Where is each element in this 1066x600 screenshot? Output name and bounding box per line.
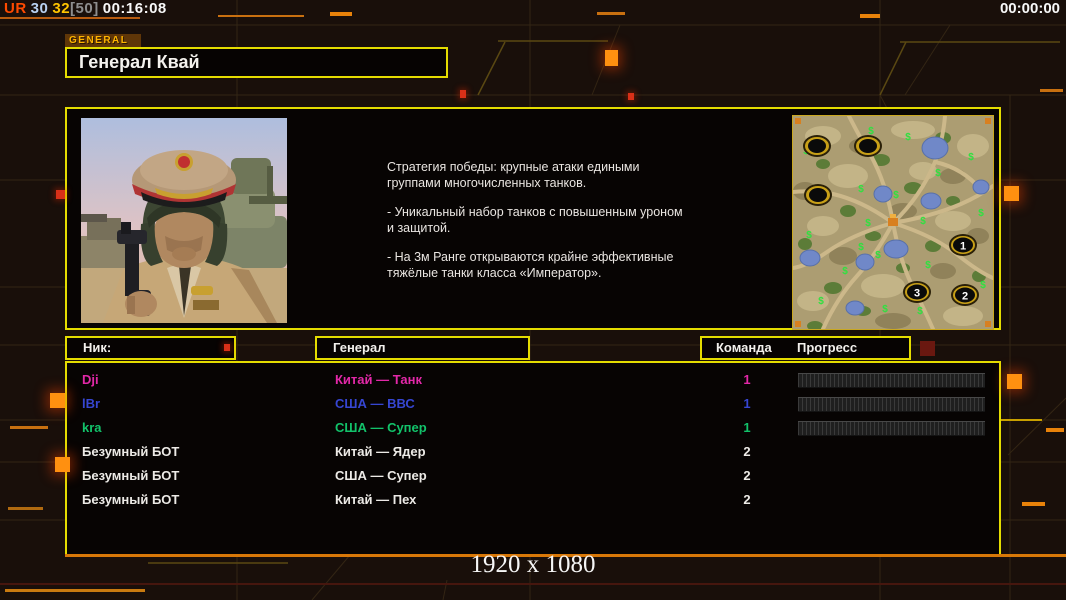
player-general: США — Супер (335, 468, 427, 483)
player-nick: lBr (82, 396, 101, 411)
player-nick: Безумный БОТ (82, 444, 180, 459)
player-general: Китай — Танк (335, 372, 422, 387)
decor-dash (8, 507, 43, 510)
decor-square (50, 393, 65, 408)
supply-mark: $ (842, 266, 848, 277)
player-team: 1 (743, 420, 751, 435)
supply-mark: $ (858, 242, 864, 253)
supply-mark: $ (905, 132, 911, 143)
player-row[interactable]: Безумный БОТ Китай — Пех 2 (67, 488, 999, 512)
player-row[interactable]: Dji Китай — Танк 1 (67, 368, 999, 392)
decor-red-square (224, 344, 230, 351)
supply-mark: $ (893, 190, 899, 201)
decor-dash (860, 14, 880, 18)
description-line: и защитой. (387, 221, 451, 235)
description-line: - На 3м Ранге открываются крайне эффекти… (387, 250, 674, 264)
supply-mark: $ (968, 152, 974, 163)
supply-mark: $ (865, 218, 871, 229)
decor-darkred-square (920, 341, 935, 356)
supply-mark: $ (858, 184, 864, 195)
game-lobby-screen: UR 30 32[50] 00:16:08 00:00:00 GENERAL Гене… (0, 0, 1066, 600)
player-team: 1 (743, 372, 751, 387)
decor-red-square (628, 93, 634, 100)
player-rows: Dji Китай — Танк 1 lBr США — ВВС 1 kra С… (67, 368, 999, 512)
decor-square (605, 50, 618, 66)
description-line: - Уникальный набор танков с повышенным у… (387, 205, 683, 219)
player-nick: Безумный БОТ (82, 468, 180, 483)
player-row[interactable]: kra США — Супер 1 (67, 416, 999, 440)
resolution-label: 1920 x 1080 (470, 551, 596, 578)
player-list-panel: Dji Китай — Танк 1 lBr США — ВВС 1 kra С… (65, 361, 1001, 556)
player-row[interactable]: lBr США — ВВС 1 (67, 392, 999, 416)
decor-dash (597, 12, 625, 15)
decor-red-square (460, 90, 466, 98)
stat-u-label: UR (4, 0, 27, 17)
decor-red-square (56, 190, 65, 199)
player-nick: kra (82, 420, 102, 435)
supply-mark: $ (917, 306, 923, 317)
player-team: 2 (743, 492, 751, 507)
decor-dash (330, 12, 352, 16)
player-progress-bar (798, 397, 985, 412)
supply-mark: $ (920, 216, 926, 227)
position-label-3: 3 (914, 288, 920, 300)
general-info-panel: Стратегия победы: крупные атаки едиными … (65, 107, 1001, 330)
player-general: США — ВВС (335, 396, 415, 411)
supply-mark: $ (806, 230, 812, 241)
general-description: Стратегия победы: крупные атаки едиными … (387, 159, 717, 281)
supply-mark: $ (875, 250, 881, 261)
decor-dash (10, 426, 48, 429)
decor-dash (5, 589, 145, 592)
decor-dash (1040, 89, 1063, 92)
description-line: тяжёлые танки класса «Император». (387, 266, 602, 280)
decor-square (55, 457, 70, 472)
player-team: 2 (743, 444, 751, 459)
topbar-line-segment (218, 15, 304, 17)
elapsed-time: 00:16:08 (102, 0, 167, 17)
player-row[interactable]: Безумный БОТ США — Супер 2 (67, 464, 999, 488)
net-cap-value: [50] (70, 0, 99, 17)
player-nick: Безумный БОТ (82, 492, 180, 507)
start-position-1: 1 (949, 234, 977, 256)
session-stats: UR 30 32[50] 00:16:08 (4, 0, 171, 17)
supply-mark: $ (925, 260, 931, 271)
map-preview[interactable]: $ $ $ $ $ $ $ $ $ $ $ $ $ $ $ $ $ $ $ (792, 115, 994, 330)
column-header-progress: Прогресс (797, 340, 858, 355)
position-label-2: 2 (962, 291, 968, 303)
column-header-team-progress: Команда Прогресс (700, 336, 911, 360)
decor-square (1007, 374, 1022, 389)
start-position-3: 3 (903, 281, 931, 303)
player-row[interactable]: Безумный БОТ Китай — Ядер 2 (67, 440, 999, 464)
player-team: 1 (743, 396, 751, 411)
supply-mark: $ (882, 304, 888, 315)
countdown-timer: 00:00:00 (999, 0, 1060, 17)
supply-mark: $ (818, 296, 824, 307)
decor-square (1004, 186, 1019, 201)
supply-mark: $ (980, 280, 986, 291)
column-header-nick: Ник: (65, 336, 236, 360)
player-nick: Dji (82, 372, 99, 387)
page-title: Генерал Квай (65, 47, 448, 78)
supply-mark: $ (935, 168, 941, 179)
supply-mark: $ (978, 208, 984, 219)
position-label-1: 1 (960, 241, 966, 253)
player-team: 2 (743, 468, 751, 483)
start-position-2: 2 (951, 284, 979, 306)
player-general: Китай — Пех (335, 492, 417, 507)
decor-dash (1046, 428, 1064, 432)
player-progress-bar (798, 373, 985, 388)
general-tab: GENERAL (65, 34, 141, 48)
frame-rate-value: 30 (30, 0, 49, 17)
player-general: США — Супер (335, 420, 427, 435)
description-line: группами многочисленных танков. (387, 176, 587, 190)
player-general: Китай — Ядер (335, 444, 426, 459)
topbar-underline (0, 17, 140, 19)
net-value: 32 (52, 0, 71, 17)
column-header-team: Команда (716, 340, 772, 355)
player-progress-bar (798, 421, 985, 436)
column-header-general: Генерал (315, 336, 530, 360)
general-portrait (81, 118, 287, 323)
decor-dash (1022, 502, 1045, 506)
description-line: Стратегия победы: крупные атаки едиными (387, 160, 640, 174)
